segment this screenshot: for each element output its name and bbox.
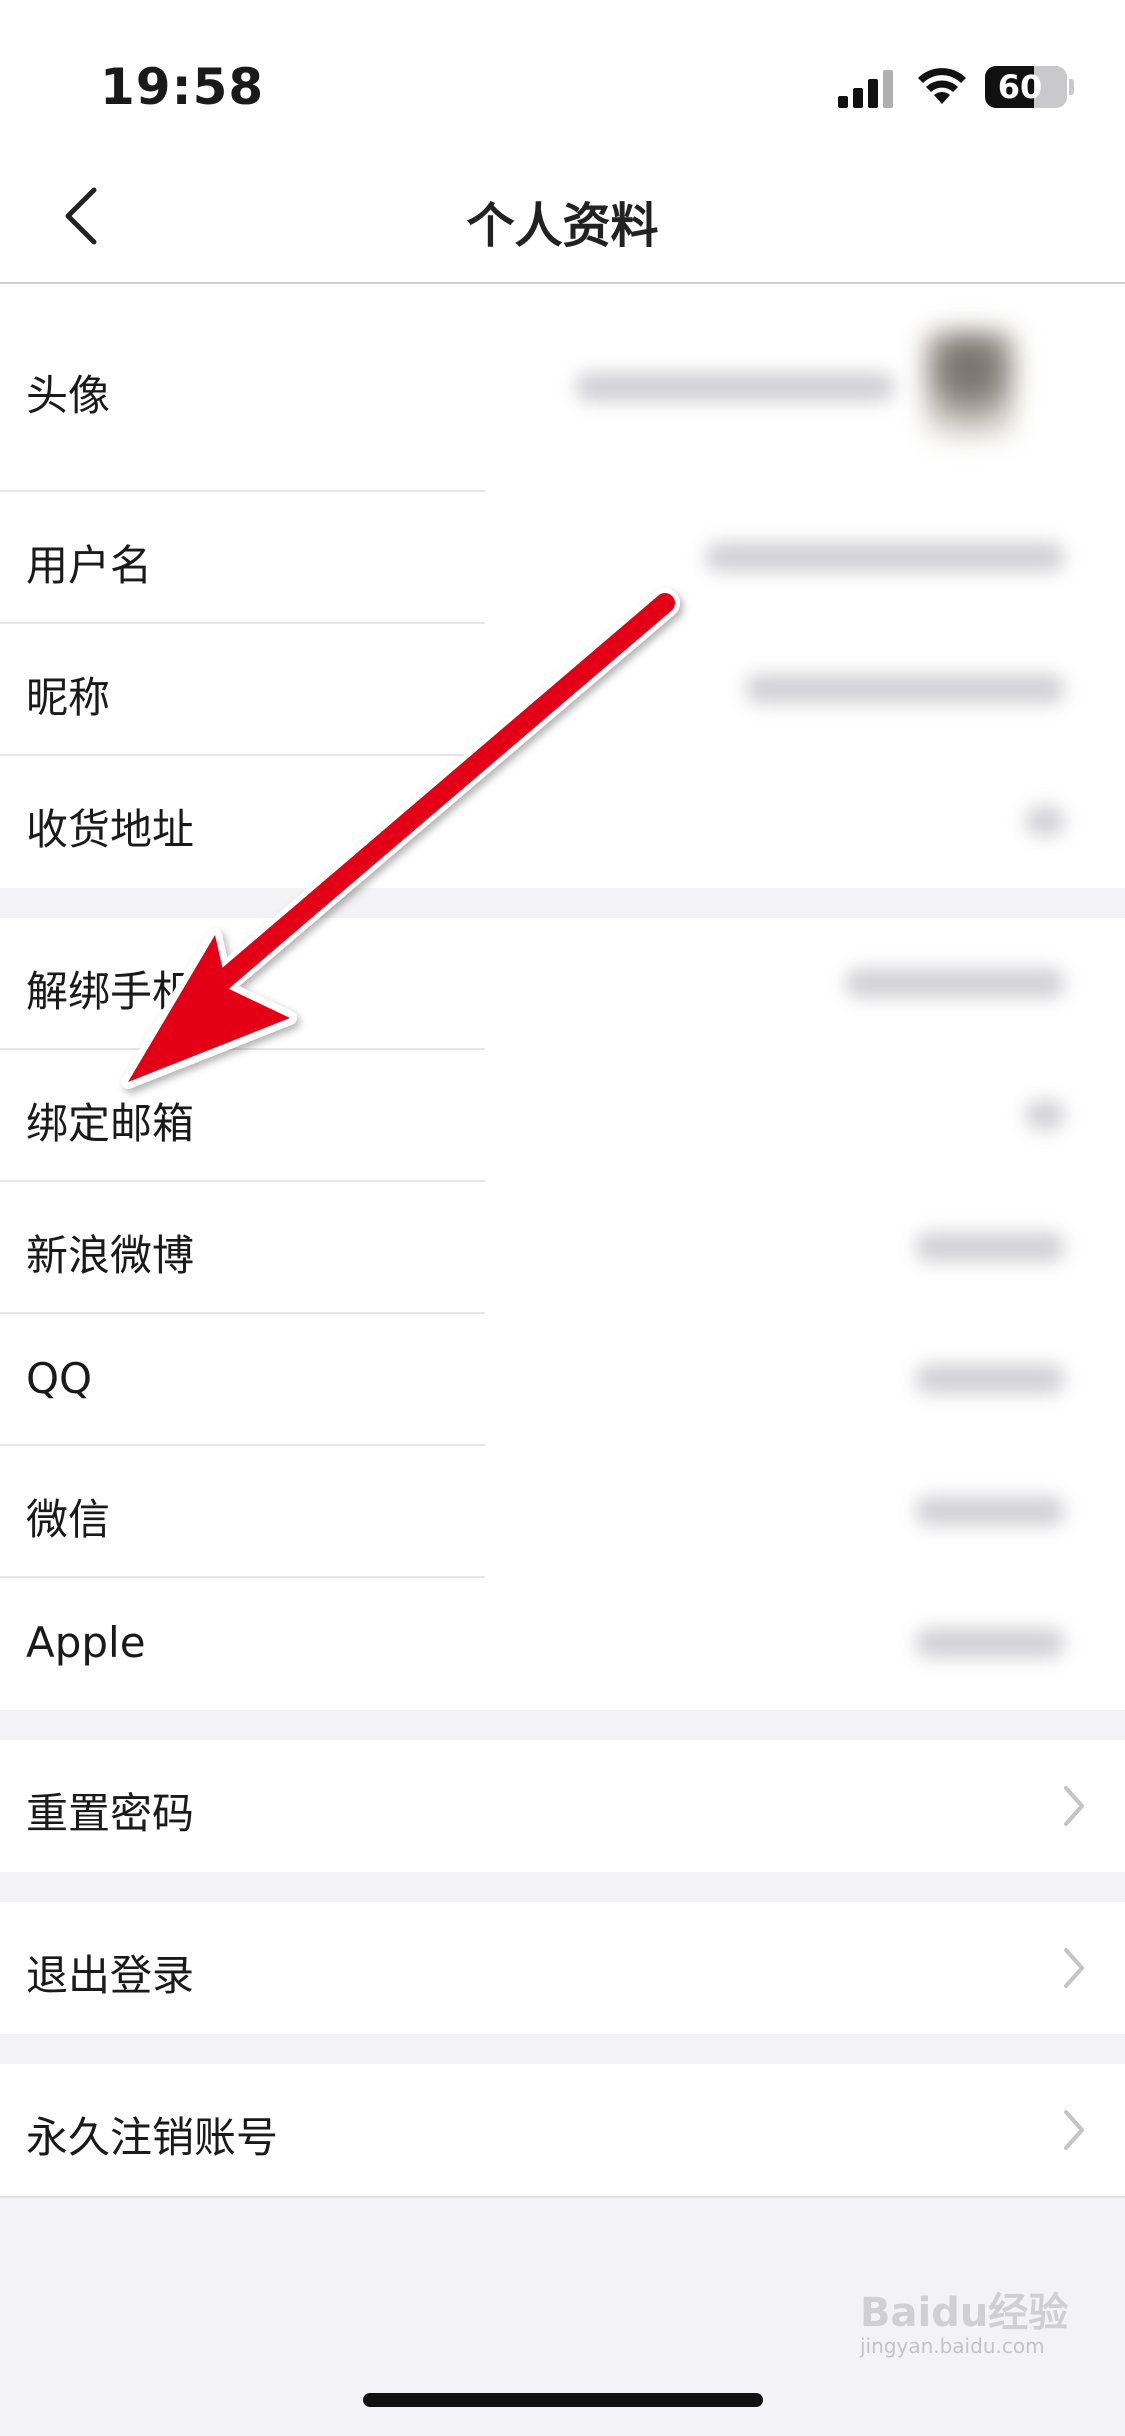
row-label: 昵称 — [26, 673, 111, 722]
blurred-value — [915, 1628, 1065, 1658]
row-wechat[interactable]: 微信 — [0, 1446, 1125, 1578]
blurred-value — [575, 372, 895, 402]
row-label: 收货地址 — [26, 805, 195, 854]
chevron-right-icon — [1064, 1948, 1084, 1988]
chevron-right-icon — [1064, 2110, 1084, 2150]
page-title: 个人资料 — [466, 198, 659, 254]
battery-tip — [1069, 79, 1074, 95]
row-delete-account[interactable]: 永久注销账号 — [0, 2064, 1125, 2198]
blurred-value — [845, 968, 1065, 998]
blurred-value — [915, 1364, 1065, 1394]
row-label: 微信 — [26, 1495, 111, 1544]
row-sina-weibo[interactable]: 新浪微博 — [0, 1182, 1125, 1314]
row-reset-password[interactable]: 重置密码 — [0, 1740, 1125, 1872]
watermark: Baidu经验 jingyan.baidu.com — [860, 2280, 1068, 2358]
row-label: QQ — [26, 1354, 93, 1403]
row-label: 新浪微博 — [26, 1231, 195, 1280]
row-label: 用户名 — [26, 541, 153, 590]
status-time: 19:58 — [100, 58, 265, 116]
battery-level: 60 — [997, 68, 1043, 106]
status-bar: 19:58 60 — [0, 0, 1125, 150]
watermark-url: jingyan.baidu.com — [860, 2334, 1045, 2358]
row-nickname[interactable]: 昵称 — [0, 624, 1125, 756]
row-label: 头像 — [26, 371, 111, 420]
battery-icon: 60 — [985, 66, 1067, 108]
row-label: 解绑手机 — [26, 967, 195, 1016]
row-bind-email[interactable]: 绑定邮箱 — [0, 1050, 1125, 1182]
watermark-brand: Baidu经验 — [860, 2290, 1069, 2336]
row-label: 绑定邮箱 — [26, 1099, 195, 1148]
cellular-signal-icon — [838, 70, 893, 108]
row-logout[interactable]: 退出登录 — [0, 1902, 1125, 2034]
row-label: 永久注销账号 — [26, 2113, 279, 2162]
row-apple[interactable]: Apple — [0, 1578, 1125, 1710]
blurred-value — [1025, 806, 1065, 836]
blurred-value — [745, 674, 1065, 704]
chevron-right-icon — [1064, 1786, 1084, 1826]
row-label: 重置密码 — [26, 1789, 195, 1838]
row-qq[interactable]: QQ — [0, 1314, 1125, 1446]
row-shipping-address[interactable]: 收货地址 — [0, 756, 1125, 888]
blurred-value — [915, 1232, 1065, 1262]
row-label: Apple — [26, 1618, 146, 1667]
wifi-icon — [918, 68, 966, 104]
home-indicator[interactable] — [363, 2393, 763, 2407]
row-avatar[interactable]: 头像 — [0, 284, 1125, 492]
row-unbind-phone[interactable]: 解绑手机 — [0, 918, 1125, 1050]
blurred-value — [915, 1496, 1065, 1526]
navigation-bar: 个人资料 — [0, 150, 1125, 284]
row-username[interactable]: 用户名 — [0, 492, 1125, 624]
avatar[interactable] — [925, 330, 1015, 440]
blurred-value — [1025, 1100, 1065, 1130]
row-label: 退出登录 — [26, 1951, 195, 2000]
blurred-value — [705, 542, 1065, 572]
